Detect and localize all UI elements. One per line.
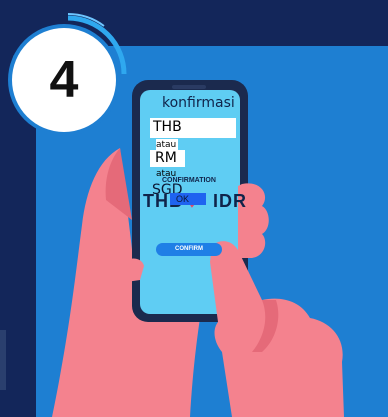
currency-option-rm[interactable]: RM <box>150 150 185 167</box>
ok-button[interactable]: OK <box>170 193 206 205</box>
screen-title: konfirmasi <box>162 95 235 111</box>
step-number: 4 <box>49 51 79 109</box>
currency-option-thb[interactable]: THB <box>150 118 236 138</box>
illustration-stage: 4 konfirmasi CONFIRMATION THB IDR THB ata… <box>0 0 388 417</box>
confirm-button[interactable]: CONFIRM <box>156 243 222 256</box>
step-badge: 4 <box>12 28 116 132</box>
rate-to: IDR <box>213 191 247 211</box>
phone-speaker <box>172 85 206 89</box>
pointing-hand <box>210 241 344 417</box>
separator-label: atau <box>156 169 177 179</box>
